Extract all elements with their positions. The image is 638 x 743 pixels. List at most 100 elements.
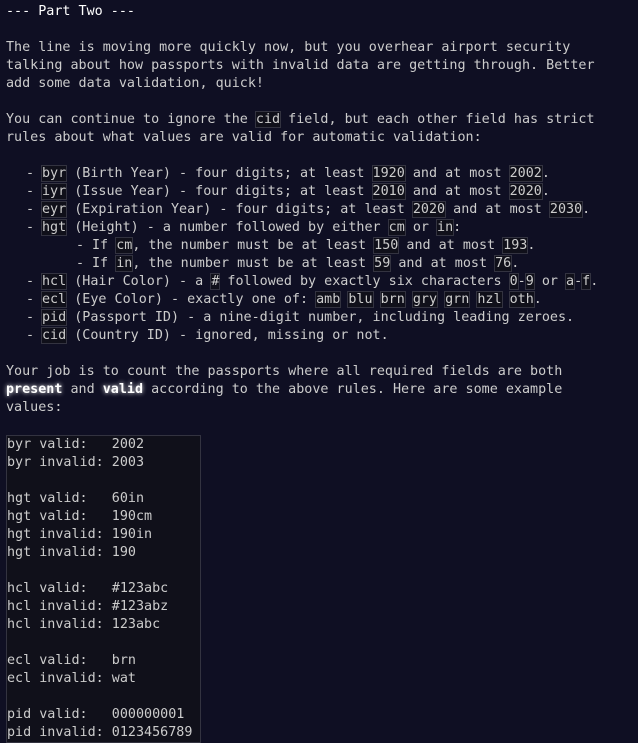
field-code: iyr	[41, 183, 68, 200]
text: (Birth Year) - four digits; at least	[66, 166, 373, 181]
example-line: byr valid: 2002	[7, 437, 145, 452]
text: .	[541, 166, 550, 181]
value-code: cm	[115, 237, 134, 254]
eye-color-option: brn	[379, 291, 406, 308]
value-code: f	[581, 273, 592, 290]
value-code: 76	[494, 255, 513, 272]
eye-color-option: blu	[347, 291, 374, 308]
example-line	[7, 688, 200, 706]
value-code: cm	[387, 219, 406, 236]
field-code: pid	[41, 309, 68, 326]
field-code: hcl	[41, 273, 68, 290]
rule-hgt-in: If in, the number must be at least 59 an…	[76, 255, 632, 273]
rule-eyr: eyr (Expiration Year) - four digits; at …	[26, 201, 632, 219]
rule-cid: cid (Country ID) - ignored, missing or n…	[26, 327, 632, 345]
text: (Eye Color) - exactly one of:	[66, 292, 317, 307]
text: , the number must be at least	[132, 256, 375, 271]
hgt-sub-rules: If cm, the number must be at least 150 a…	[42, 237, 632, 273]
emphasis-valid: valid	[102, 382, 144, 397]
example-line: hcl invalid: 123abc	[7, 617, 161, 632]
text: If	[92, 256, 117, 271]
cid-code: cid	[254, 111, 282, 128]
example-line: ecl valid: brn	[7, 653, 136, 668]
text: .	[590, 274, 599, 289]
value-code: a	[565, 273, 576, 290]
field-code: ecl	[41, 291, 68, 308]
intro-line-3: add some data validation, quick!	[6, 76, 264, 91]
example-line: hcl invalid: #123abz	[7, 599, 169, 614]
example-line	[7, 562, 200, 580]
example-line: hgt invalid: 190	[7, 545, 136, 560]
eye-color-option: hzl	[476, 291, 503, 308]
rule-pid: pid (Passport ID) - a nine-digit number,…	[26, 309, 632, 327]
value-code: 9	[524, 273, 535, 290]
text: You can continue to ignore the	[6, 112, 256, 127]
field-code: eyr	[41, 201, 68, 218]
value-code: #	[210, 273, 221, 290]
text: or	[404, 220, 438, 235]
rule-hcl: hcl (Hair Color) - a # followed by exact…	[26, 273, 632, 291]
text: .	[511, 256, 520, 271]
rule-hgt-cm: If cm, the number must be at least 150 a…	[76, 237, 632, 255]
eye-color-option: gry	[411, 291, 439, 308]
text: (Height) - a number followed by either	[66, 220, 389, 235]
intro-paragraph: The line is moving more quickly now, but…	[6, 39, 632, 93]
text: :	[453, 220, 462, 235]
example-line	[7, 634, 200, 652]
cid-paragraph: You can continue to ignore the cid field…	[6, 111, 632, 147]
text: If	[92, 238, 117, 253]
emphasis-present: present	[6, 382, 63, 397]
task-paragraph: Your job is to count the passports where…	[6, 363, 632, 417]
value-code: 150	[373, 237, 400, 254]
example-line: byr invalid: 2003	[7, 455, 145, 470]
text: according to the above rules. Here are s…	[143, 382, 563, 397]
text: (Expiration Year) - four digits; at leas…	[66, 202, 413, 217]
example-line: pid valid: 000000001	[7, 707, 185, 722]
intro-line-1: The line is moving more quickly now, but…	[6, 40, 571, 55]
value-code: 193	[502, 237, 529, 254]
text: .	[533, 292, 542, 307]
text: and	[62, 382, 103, 397]
field-code: byr	[41, 165, 68, 182]
text: (Issue Year) - four digits; at least	[66, 184, 373, 199]
task-line-2: present and valid according to the above…	[6, 381, 632, 399]
text: , the number must be at least	[132, 238, 375, 253]
example-line: hgt valid: 190cm	[7, 509, 153, 524]
text: .	[541, 184, 550, 199]
example-line: ecl invalid: wat	[7, 671, 136, 686]
task-line-1: Your job is to count the passports where…	[6, 364, 563, 379]
example-line: hcl valid: #123abc	[7, 581, 169, 596]
text: field, but each other field has strict	[280, 112, 595, 127]
value-code: 1920	[371, 165, 406, 182]
text: and at most	[390, 256, 496, 271]
rule-hgt: hgt (Height) - a number followed by eith…	[26, 219, 632, 273]
cid-paragraph-line-1: You can continue to ignore the cid field…	[6, 111, 632, 129]
text: and at most	[404, 166, 510, 181]
intro-line-2: talking about how passports with invalid…	[6, 58, 595, 73]
cid-paragraph-line-2: rules about what values are valid for au…	[6, 130, 482, 145]
text: .	[582, 202, 591, 217]
example-line: hgt valid: 60in	[7, 491, 145, 506]
field-code: cid	[41, 327, 68, 344]
field-code: hgt	[41, 219, 68, 236]
validation-rules-list: byr (Birth Year) - four digits; at least…	[6, 165, 632, 345]
text: and at most	[398, 238, 504, 253]
text: .	[527, 238, 536, 253]
puzzle-article: --- Part Two --- The line is moving more…	[0, 0, 638, 743]
value-code: in	[436, 219, 455, 236]
value-code: 2020	[411, 201, 447, 218]
rule-ecl: ecl (Eye Color) - exactly one of: amb bl…	[26, 291, 632, 309]
text: and at most	[404, 184, 510, 199]
text: followed by exactly six characters	[219, 274, 510, 289]
value-code: in	[115, 255, 134, 272]
value-code: 2010	[371, 183, 406, 200]
example-line: pid invalid: 0123456789	[7, 725, 193, 740]
example-line: hgt invalid: 190in	[7, 527, 153, 542]
task-line-3: values:	[6, 400, 63, 415]
value-code: 2020	[508, 183, 543, 200]
text: (Country ID) - ignored, missing or not.	[66, 328, 389, 343]
text: (Passport ID) - a nine-digit number, inc…	[66, 310, 575, 325]
value-code: 59	[373, 255, 392, 272]
eye-color-option: grn	[444, 291, 471, 308]
text: (Hair Color) - a	[66, 274, 212, 289]
